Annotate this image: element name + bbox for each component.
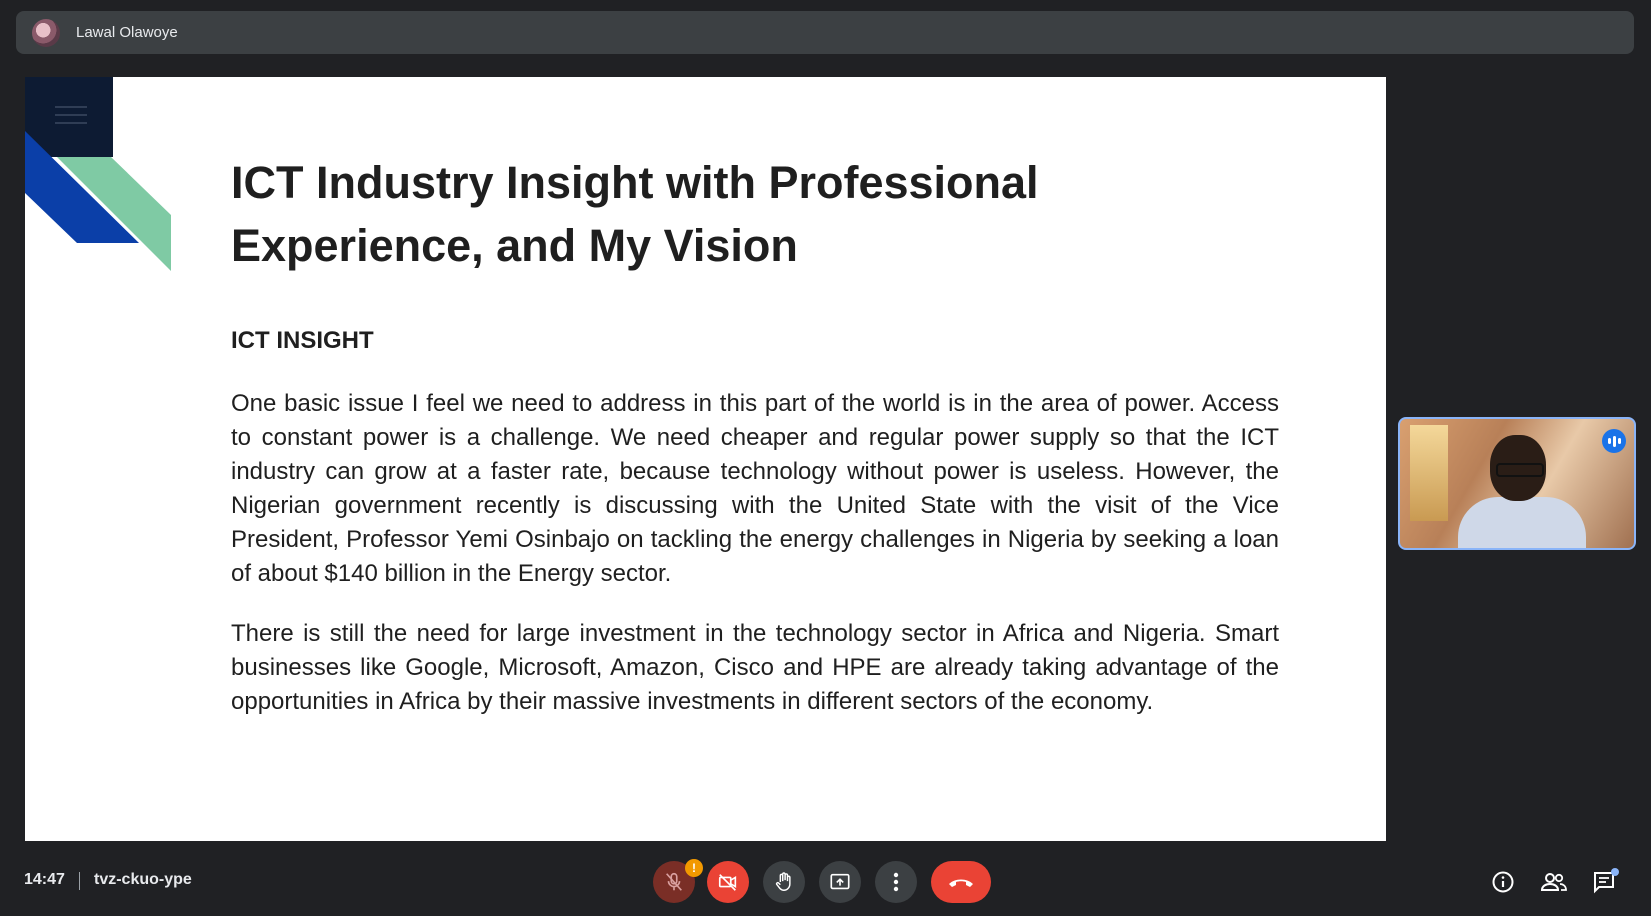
mic-off-icon <box>666 872 682 891</box>
meeting-clock: 14:47 <box>24 871 65 888</box>
raise-hand-icon <box>775 872 791 891</box>
divider <box>79 872 80 890</box>
self-video-tile[interactable] <box>1398 417 1636 550</box>
video-person-glasses <box>1496 463 1544 477</box>
video-background-window <box>1410 425 1448 521</box>
slide-title: ICT Industry Insight with Professional E… <box>231 157 1039 271</box>
presenter-bar: Lawal Olawoye <box>16 11 1634 54</box>
chat-button[interactable] <box>1585 862 1625 902</box>
end-call-button[interactable] <box>931 861 991 903</box>
chat-notification-dot <box>1611 868 1619 876</box>
section-heading: ICT INSIGHT <box>231 327 374 354</box>
slide-paragraph-1: One basic issue I feel we need to addres… <box>231 390 1279 587</box>
present-screen-button[interactable] <box>819 861 861 903</box>
presenter-name: Lawal Olawoye <box>76 24 178 41</box>
camera-off-icon <box>718 874 737 891</box>
presenter-avatar <box>32 18 60 47</box>
meeting-code[interactable]: tvz-ckuo-ype <box>94 871 192 889</box>
video-person-body <box>1458 497 1586 548</box>
present-screen-icon <box>830 873 850 890</box>
meeting-controls-bar: 14:47 tvz-ckuo-ype ! <box>0 846 1651 916</box>
camera-button[interactable] <box>707 861 749 903</box>
more-options-icon <box>893 872 899 892</box>
meeting-details-button[interactable] <box>1483 862 1523 902</box>
raise-hand-button[interactable] <box>763 861 805 903</box>
people-icon <box>1540 873 1567 891</box>
end-call-icon <box>949 879 973 887</box>
info-icon <box>1492 871 1514 893</box>
mic-warning-badge: ! <box>685 859 703 877</box>
people-button[interactable] <box>1534 862 1574 902</box>
speaking-indicator-icon <box>1602 429 1626 453</box>
more-options-button[interactable] <box>875 861 917 903</box>
presentation-slide: ICT Industry Insight with Professional E… <box>25 77 1386 841</box>
slide-decoration <box>25 77 171 271</box>
slide-paragraph-2: There is still the need for large invest… <box>231 620 1279 715</box>
microphone-button[interactable]: ! <box>653 859 703 903</box>
